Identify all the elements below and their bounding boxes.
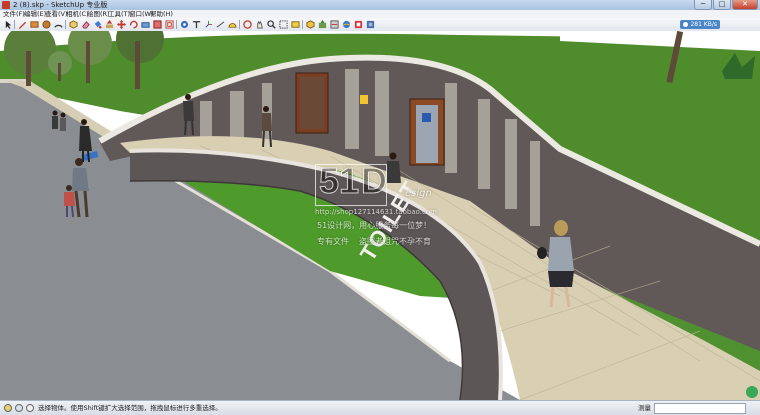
measurements-input[interactable] <box>654 403 746 414</box>
watermark-footer-right: 盗图者诅咒不孕不育 <box>359 237 431 246</box>
sketchup-app-icon <box>2 1 10 9</box>
minimize-button[interactable]: ─ <box>694 0 712 10</box>
window-title: 2 (8).skp - SketchUp 专业版 <box>13 1 108 9</box>
help-instructor-icon[interactable] <box>26 404 34 412</box>
accessibility-sign-icon <box>422 113 431 122</box>
menu-bar: 文件(F) 编辑(E) 查看(V) 相机(C) 绘图(R) 工具(T) 窗口(W… <box>0 10 760 18</box>
scale-icon[interactable] <box>152 19 162 29</box>
toolbar-separator <box>65 20 66 29</box>
network-icon <box>683 22 689 27</box>
status-bar: 选择物体。使用Shift键扩大选择范围，拖拽鼠标进行多重选择。 测量 <box>0 400 760 415</box>
menu-view[interactable]: 查看(V) <box>45 10 68 18</box>
rotate-icon[interactable] <box>128 19 138 29</box>
menu-edit[interactable]: 编辑(E) <box>24 10 46 18</box>
pan-icon[interactable] <box>254 19 264 29</box>
maximize-button[interactable]: □ <box>713 0 731 10</box>
zoom-extents-icon[interactable] <box>290 19 300 29</box>
orbit-icon[interactable] <box>242 19 252 29</box>
get-models-icon[interactable] <box>305 19 315 29</box>
toolbar-separator <box>239 20 240 29</box>
eraser-icon[interactable] <box>80 19 90 29</box>
paint-bucket-icon[interactable] <box>92 19 102 29</box>
menu-draw[interactable]: 绘图(R) <box>87 10 110 18</box>
dimension-icon[interactable] <box>215 19 225 29</box>
axes-icon[interactable] <box>203 19 213 29</box>
circle-icon[interactable] <box>41 19 51 29</box>
network-speed-text: 281 KB/s <box>690 21 717 28</box>
menu-help[interactable]: 帮助(H) <box>150 10 173 18</box>
layout-icon[interactable] <box>365 19 375 29</box>
measurements-label: 测量 <box>638 404 651 412</box>
toolbar-separator <box>302 20 303 29</box>
follow-me-icon[interactable] <box>140 19 150 29</box>
watermark-logo-suffix: esign <box>405 188 432 199</box>
drawing-viewport[interactable]: TOILET 51 D esign http://shop127114631.t… <box>0 31 760 400</box>
zoom-window-icon[interactable] <box>278 19 288 29</box>
toolbar-separator <box>14 20 15 29</box>
arc-icon[interactable] <box>53 19 63 29</box>
watermark-footer-left: 专有文件 <box>317 237 349 246</box>
menu-camera[interactable]: 相机(C) <box>66 10 89 18</box>
window-controls: ─ □ ✕ <box>694 0 758 10</box>
toolbar-separator <box>176 20 177 29</box>
close-button[interactable]: ✕ <box>732 0 758 10</box>
restroom-sign-icon <box>360 95 368 104</box>
zoom-icon[interactable] <box>266 19 276 29</box>
protractor-icon[interactable] <box>227 19 237 29</box>
share-model-icon[interactable] <box>317 19 327 29</box>
status-message: 选择物体。使用Shift键扩大选择范围，拖拽鼠标进行多重选择。 <box>38 404 222 412</box>
network-speed-badge: 281 KB/s <box>680 20 720 29</box>
geo-location-icon[interactable] <box>4 404 12 412</box>
rectangle-icon[interactable] <box>29 19 39 29</box>
make-component-icon[interactable] <box>68 19 78 29</box>
watermark-logo-digits: 51 <box>318 160 360 202</box>
status-indicator-icon <box>746 386 758 398</box>
offset-icon[interactable] <box>164 19 174 29</box>
line-pencil-icon[interactable] <box>17 19 27 29</box>
watermark-logo-letter: D <box>361 160 388 202</box>
watermark-slogan: 51设计网，用心服务每一位梦！ <box>317 221 432 230</box>
select-arrow-icon[interactable] <box>3 19 13 29</box>
move-icon[interactable] <box>116 19 126 29</box>
extension-warehouse-icon[interactable] <box>353 19 363 29</box>
tape-measure-icon[interactable] <box>179 19 189 29</box>
main-toolbar <box>0 18 760 32</box>
text-icon[interactable] <box>191 19 201 29</box>
menu-file[interactable]: 文件(F) <box>3 10 25 18</box>
share-component-icon[interactable] <box>329 19 339 29</box>
photo-textures-icon[interactable] <box>341 19 351 29</box>
watermark: 51 D esign http://shop127114631.taobao.c… <box>315 160 450 259</box>
watermark-url: http://shop127114631.taobao.com <box>315 208 437 216</box>
menu-tools[interactable]: 工具(T) <box>108 10 130 18</box>
push-pull-icon[interactable] <box>104 19 114 29</box>
credits-icon[interactable] <box>15 404 23 412</box>
